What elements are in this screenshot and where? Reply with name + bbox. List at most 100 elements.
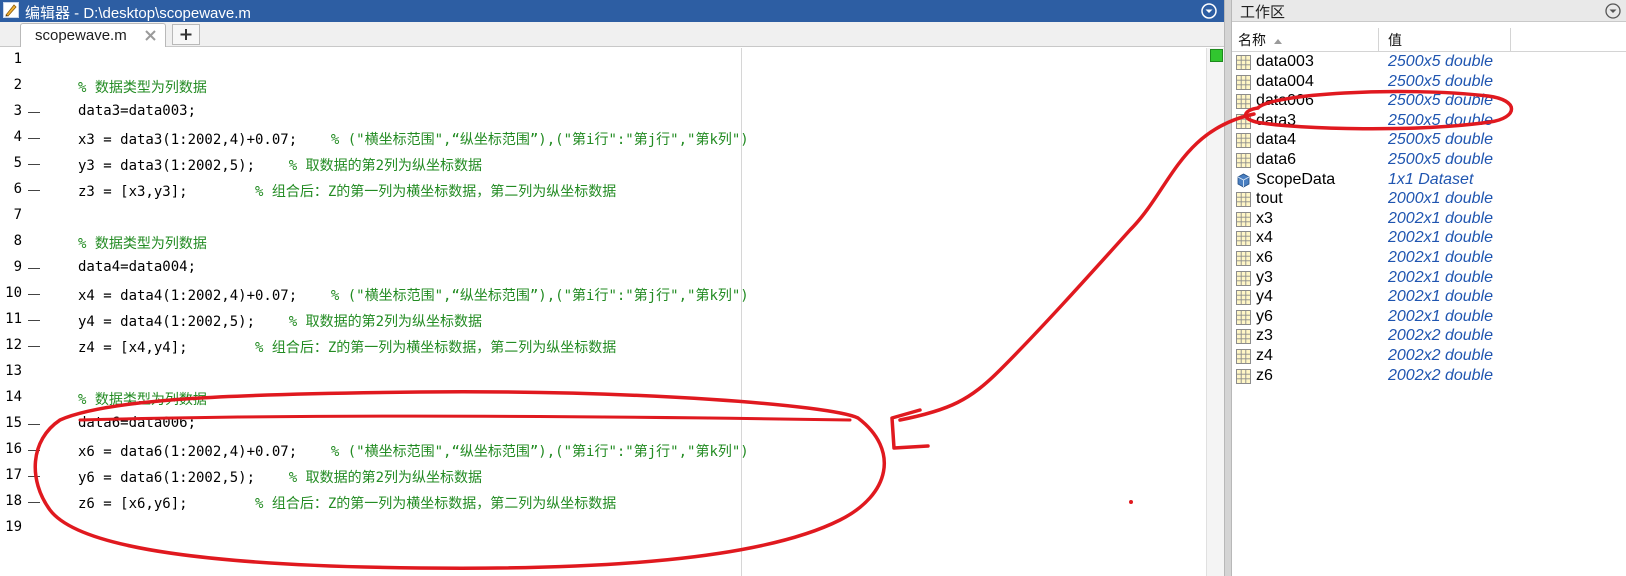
code-line[interactable]: y4 = data4(1:2002,5); % 取数据的第2列为纵坐标数据	[78, 311, 482, 331]
variable-name: data006	[1256, 92, 1314, 110]
editor-scroll-strip[interactable]	[1206, 48, 1224, 576]
line-number: 4	[13, 129, 22, 145]
code-line[interactable]: x6 = data6(1:2002,4)+0.07; % ("横坐标范围",“纵…	[78, 441, 749, 461]
matrix-icon	[1236, 329, 1251, 345]
workspace-variable-row[interactable]: tout 2000x1 double	[1232, 190, 1626, 210]
breakpoint-dash-marker[interactable]	[28, 112, 40, 113]
code-comment: % ("横坐标范围",“纵坐标范围”),("第i行":"第j行","第k列")	[330, 444, 749, 460]
pane-splitter[interactable]	[1224, 0, 1232, 576]
code-comment: % 数据类型为列数据	[78, 236, 207, 252]
code-comment: % ("横坐标范围",“纵坐标范围”),("第i行":"第j行","第k列")	[330, 288, 749, 304]
workspace-variable-row[interactable]: data3 2500x5 double	[1232, 112, 1626, 132]
matrix-icon	[1236, 133, 1251, 149]
tab-scopewave[interactable]: scopewave.m	[20, 23, 166, 47]
breakpoint-dash-marker[interactable]	[28, 424, 40, 425]
matrix-icon	[1236, 231, 1251, 247]
variable-value: 2500x5 double	[1388, 131, 1493, 149]
variable-value: 2002x2 double	[1388, 366, 1493, 384]
line-number: 18	[5, 493, 22, 509]
breakpoint-dash-marker[interactable]	[28, 502, 40, 503]
code-comment: % ("横坐标范围",“纵坐标范围”),("第i行":"第j行","第k列")	[330, 132, 749, 148]
variable-name: data004	[1256, 72, 1314, 90]
variable-value: 2500x5 double	[1388, 72, 1493, 90]
variable-value: 2002x1 double	[1388, 268, 1493, 286]
workspace-variable-row[interactable]: data6 2500x5 double	[1232, 151, 1626, 171]
line-number: 6	[13, 181, 22, 197]
matrix-icon	[1236, 270, 1251, 286]
code-analyzer-status-icon[interactable]	[1210, 49, 1223, 62]
code-line[interactable]: x4 = data4(1:2002,4)+0.07; % ("横坐标范围",“纵…	[78, 285, 749, 305]
workspace-variable-row[interactable]: x6 2002x1 double	[1232, 249, 1626, 269]
code-line[interactable]: z6 = [x6,y6]; % 组合后：Z的第一列为横坐标数据，第二列为纵坐标数…	[78, 493, 616, 513]
code-line[interactable]: % 数据类型为列数据	[78, 233, 207, 253]
breakpoint-dash-marker[interactable]	[28, 138, 40, 139]
breakpoint-dash-marker[interactable]	[28, 268, 40, 269]
code-line[interactable]: x3 = data3(1:2002,4)+0.07; % ("横坐标范围",“纵…	[78, 129, 749, 149]
breakpoint-dash-marker[interactable]	[28, 346, 40, 347]
code-line[interactable]: y6 = data6(1:2002,5); % 取数据的第2列为纵坐标数据	[78, 467, 482, 487]
variable-value: 2002x1 double	[1388, 229, 1493, 247]
workspace-variable-row[interactable]: y4 2002x1 double	[1232, 288, 1626, 308]
column-divider[interactable]	[1510, 28, 1511, 52]
code-line[interactable]: y3 = data3(1:2002,5); % 取数据的第2列为纵坐标数据	[78, 155, 482, 175]
editor-title-bar: 编辑器 - D:\desktop\scopewave.m	[0, 0, 1246, 22]
code-line[interactable]: % 数据类型为列数据	[78, 389, 207, 409]
code-line[interactable]: z4 = [x4,y4]; % 组合后：Z的第一列为横坐标数据，第二列为纵坐标数…	[78, 337, 616, 357]
line-number: 16	[5, 441, 22, 457]
code-text: x4 = data4(1:2002,4)+0.07;	[78, 288, 331, 304]
editor-menu-icon[interactable]	[1200, 2, 1218, 20]
line-number: 10	[5, 285, 22, 301]
code-line[interactable]: % 数据类型为列数据	[78, 77, 207, 97]
workspace-variable-row[interactable]: data006 2500x5 double	[1232, 92, 1626, 112]
workspace-variable-row[interactable]: y6 2002x1 double	[1232, 308, 1626, 328]
variable-name: data4	[1256, 131, 1297, 149]
workspace-variable-row[interactable]: y3 2002x1 double	[1232, 269, 1626, 289]
matrix-icon	[1236, 349, 1251, 364]
workspace-variable-row[interactable]: ScopeData 1x1 Dataset	[1232, 171, 1626, 191]
breakpoint-dash-marker[interactable]	[28, 164, 40, 165]
matrix-icon	[1236, 290, 1251, 306]
right-margin-line	[741, 48, 742, 576]
breakpoint-dash-marker[interactable]	[28, 476, 40, 477]
matrix-icon	[1236, 74, 1251, 90]
breakpoint-dash-marker[interactable]	[28, 190, 40, 191]
variable-name: z4	[1256, 347, 1273, 364]
code-line[interactable]: data4=data004;	[78, 259, 196, 275]
breakpoint-dash-marker[interactable]	[28, 450, 40, 451]
line-number: 13	[5, 363, 22, 379]
code-comment: % 数据类型为列数据	[78, 392, 207, 408]
workspace-variable-row[interactable]: x4 2002x1 double	[1232, 229, 1626, 249]
code-line[interactable]: z3 = [x3,y3]; % 组合后：Z的第一列为横坐标数据，第二列为纵坐标数…	[78, 181, 616, 201]
code-comment: % 取数据的第2列为纵坐标数据	[288, 470, 483, 486]
code-text: y3 = data3(1:2002,5);	[78, 158, 289, 174]
matrix-icon	[1236, 192, 1251, 208]
matrix-icon	[1236, 309, 1251, 325]
line-number: 11	[5, 311, 22, 327]
tab-label: scopewave.m	[35, 27, 127, 44]
variable-value: 2002x1 double	[1388, 288, 1493, 306]
tab-close-icon[interactable]	[144, 29, 157, 42]
breakpoint-dash-marker[interactable]	[28, 294, 40, 295]
workspace-variable-row[interactable]: data004 2500x5 double	[1232, 73, 1626, 93]
workspace-menu-icon[interactable]	[1604, 2, 1622, 20]
variable-value: 2500x5 double	[1388, 92, 1493, 110]
workspace-variable-row[interactable]: data4 2500x5 double	[1232, 131, 1626, 151]
breakpoint-dash-marker[interactable]	[28, 320, 40, 321]
matrix-icon	[1236, 211, 1251, 227]
workspace-variable-row[interactable]: z3 2002x2 double	[1232, 327, 1626, 347]
column-header-name[interactable]: 名称	[1238, 30, 1283, 50]
workspace-variable-row[interactable]: z4 2002x2 double	[1232, 347, 1626, 367]
line-number: 7	[13, 207, 22, 223]
new-tab-button[interactable]	[172, 24, 200, 45]
code-line[interactable]: data6=data006;	[78, 415, 196, 431]
column-header-value[interactable]: 值	[1388, 30, 1402, 50]
code-line[interactable]: data3=data003;	[78, 103, 196, 119]
workspace-variable-row[interactable]: x3 2002x1 double	[1232, 210, 1626, 230]
code-text: z6 = [x6,y6];	[78, 496, 256, 512]
line-number: 15	[5, 415, 22, 431]
column-divider[interactable]	[1378, 28, 1379, 52]
variable-name: x6	[1256, 249, 1273, 266]
variable-value: 2002x2 double	[1388, 347, 1493, 364]
workspace-variable-row[interactable]: data003 2500x5 double	[1232, 53, 1626, 73]
workspace-variable-row[interactable]: z6 2002x2 double	[1232, 367, 1626, 387]
